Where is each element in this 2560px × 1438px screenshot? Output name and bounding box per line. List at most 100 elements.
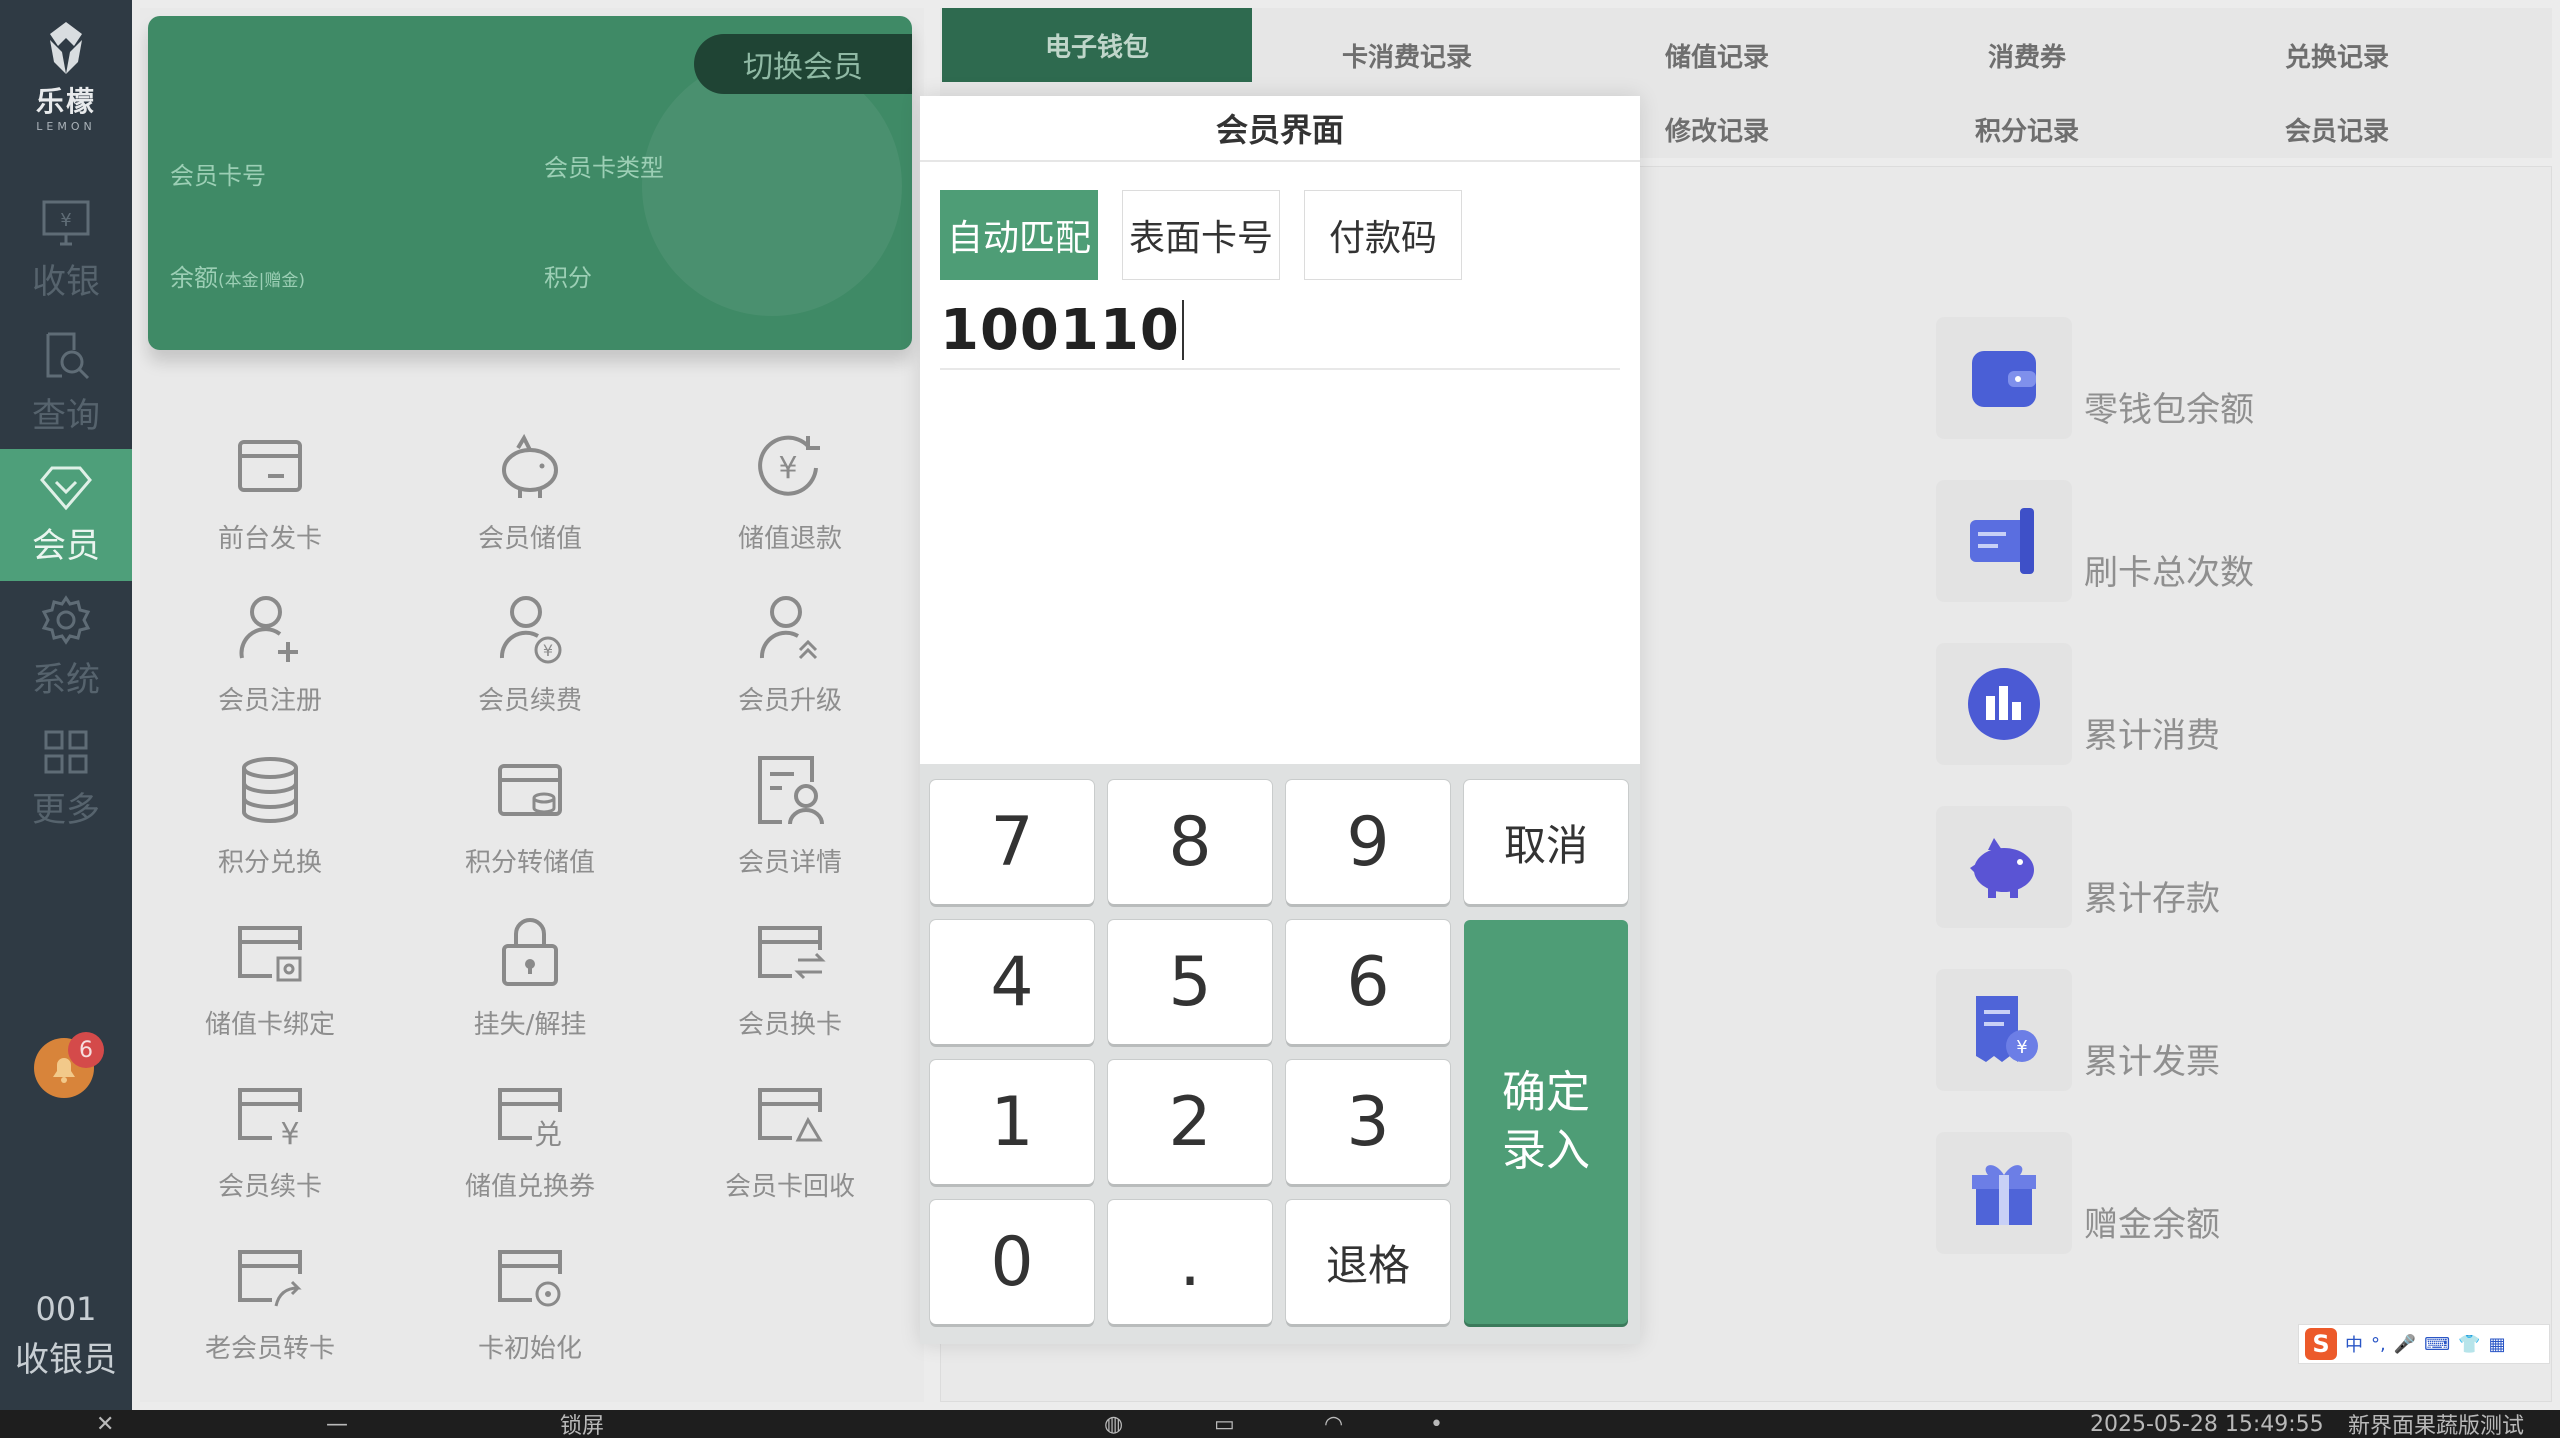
- tab-points-records[interactable]: 积分记录: [1872, 92, 2182, 166]
- func-member-renew[interactable]: ¥ 会员续费: [400, 590, 660, 722]
- func-label: 会员续费: [477, 686, 582, 716]
- func-deposit-voucher[interactable]: 兑 储值兑换券: [400, 1076, 660, 1208]
- stat-label: 刷卡总次数: [2084, 553, 2254, 593]
- key-1[interactable]: 1: [930, 1060, 1094, 1184]
- key-0[interactable]: 0: [930, 1200, 1094, 1324]
- svg-text:¥: ¥: [778, 451, 797, 486]
- key-9[interactable]: 9: [1286, 780, 1450, 904]
- switch-member-button[interactable]: 切换会员: [694, 34, 912, 94]
- func-old-member-transfer[interactable]: 老会员转卡: [140, 1238, 400, 1370]
- toolbox-icon[interactable]: ▦: [2489, 1334, 2506, 1355]
- microphone-icon[interactable]: 🎤: [2394, 1334, 2416, 1355]
- user-yen-icon: ¥: [499, 596, 562, 664]
- key-7[interactable]: 7: [930, 780, 1094, 904]
- member-card: 切换会员 会员卡号 会员卡类型 余额(本金|赠金) 积分: [148, 16, 912, 350]
- cashier-info: 001 收银员: [0, 1290, 132, 1381]
- func-member-upgrade[interactable]: 会员升级: [660, 590, 920, 722]
- key-5[interactable]: 5: [1108, 920, 1272, 1044]
- nav-item-member[interactable]: 会员: [0, 449, 132, 581]
- nav-item-cashier[interactable]: ¥ 收银: [0, 185, 132, 317]
- func-label: 会员详情: [737, 848, 842, 878]
- card-yen-icon: ¥: [238, 1088, 302, 1152]
- cancel-button[interactable]: 取消: [1464, 780, 1628, 904]
- user-upgrade-icon: [759, 596, 818, 660]
- func-member-deposit[interactable]: 会员储值: [400, 428, 660, 560]
- skin-icon[interactable]: 👕: [2458, 1334, 2480, 1355]
- close-icon[interactable]: ✕: [96, 1410, 114, 1438]
- func-label: 老会员转卡: [204, 1334, 335, 1364]
- ime-toolbar[interactable]: S 中 °, 🎤 ⌨ 👕 ▦: [2298, 1324, 2550, 1364]
- func-points-exchange[interactable]: 积分兑换: [140, 752, 400, 884]
- func-card-recycle[interactable]: 会员卡回收: [660, 1076, 920, 1208]
- func-member-detail[interactable]: 会员详情: [660, 752, 920, 884]
- confirm-entry-button[interactable]: 确定 录入: [1464, 920, 1628, 1324]
- nav-item-query[interactable]: 查询: [0, 317, 132, 449]
- func-member-register[interactable]: 会员注册: [140, 590, 400, 722]
- taskbar-app-name: 新界面果蔬版测试: [2348, 1414, 2525, 1438]
- func-card-renew[interactable]: ¥ 会员续卡: [140, 1076, 400, 1208]
- minimize-icon[interactable]: —: [326, 1410, 348, 1438]
- func-label: 储值兑换券: [464, 1172, 595, 1202]
- func-label: 积分兑换: [217, 848, 322, 878]
- gear-icon: [41, 594, 91, 645]
- tab-member-records[interactable]: 会员记录: [2182, 92, 2492, 166]
- tab-vouchers[interactable]: 消费券: [1872, 18, 2182, 92]
- monitor-icon[interactable]: ▭: [1214, 1410, 1235, 1438]
- mode-auto-match-button[interactable]: 自动匹配: [940, 190, 1098, 280]
- card-stack-icon: [498, 764, 562, 816]
- key-dot[interactable]: .: [1108, 1200, 1272, 1324]
- func-lost-report[interactable]: 挂失/解挂: [400, 914, 660, 1046]
- side-nav: 乐檬 LEMON ¥ 收银 查询 会员 系统 更多 6 001 收银员: [0, 0, 132, 1410]
- key-6[interactable]: 6: [1286, 920, 1450, 1044]
- notification-button[interactable]: 6: [34, 1032, 104, 1098]
- nav-item-more[interactable]: 更多: [0, 713, 132, 845]
- func-label: 会员换卡: [737, 1010, 842, 1040]
- key-2[interactable]: 2: [1108, 1060, 1272, 1184]
- lock-screen-button[interactable]: 锁屏: [560, 1410, 604, 1438]
- func-label: 储值退款: [737, 524, 842, 554]
- func-issue-card[interactable]: 前台发卡: [140, 428, 400, 560]
- member-input-field[interactable]: 100110: [940, 292, 1620, 370]
- card-watermark: [642, 56, 902, 316]
- func-label: 积分转储值: [464, 848, 595, 878]
- card-icon: [238, 440, 302, 492]
- key-4[interactable]: 4: [930, 920, 1094, 1044]
- func-label: 会员储值: [477, 524, 582, 554]
- network-icon[interactable]: ◍: [1104, 1410, 1123, 1438]
- tab-deposit-records[interactable]: 储值记录: [1562, 18, 1872, 92]
- func-card-init[interactable]: 卡初始化: [400, 1238, 660, 1370]
- nav-item-system[interactable]: 系统: [0, 581, 132, 713]
- wifi-icon[interactable]: ◠: [1324, 1410, 1343, 1438]
- mode-card-number-button[interactable]: 表面卡号: [1122, 190, 1280, 280]
- func-deposit-refund[interactable]: ¥ 储值退款: [660, 428, 920, 560]
- tab-card-consume[interactable]: 卡消费记录: [1252, 18, 1562, 92]
- func-card-bind[interactable]: 储值卡绑定: [140, 914, 400, 1046]
- func-label: 会员卡回收: [724, 1172, 855, 1202]
- stat-total-invoice: ¥ 累计发票: [1936, 969, 2220, 1091]
- ime-lang-toggle[interactable]: 中: [2345, 1331, 2363, 1357]
- key-3[interactable]: 3: [1286, 1060, 1450, 1184]
- func-label: 会员升级: [737, 686, 842, 716]
- nav-label: 系统: [32, 659, 100, 700]
- func-card-swap[interactable]: 会员换卡: [660, 914, 920, 1046]
- card-swap-icon: [758, 926, 826, 980]
- balance-label: 余额(本金|赠金): [170, 258, 305, 293]
- app-logo: 乐檬 LEMON: [36, 18, 96, 133]
- key-8[interactable]: 8: [1108, 780, 1272, 904]
- tab-exchange-records[interactable]: 兑换记录: [2182, 18, 2492, 92]
- cashier-id: 001: [35, 1290, 97, 1328]
- stat-total-deposit: 累计存款: [1936, 806, 2220, 928]
- mode-payment-code-button[interactable]: 付款码: [1304, 190, 1462, 280]
- ime-punct-toggle[interactable]: °,: [2371, 1334, 2386, 1355]
- card-recycle-icon: [758, 1088, 823, 1142]
- func-points-to-deposit[interactable]: 积分转储值: [400, 752, 660, 884]
- stat-label: 累计发票: [2084, 1042, 2220, 1082]
- member-input-value: 100110: [940, 297, 1180, 363]
- piggy-bank-icon: [502, 433, 558, 498]
- nav-label: 更多: [32, 789, 100, 830]
- stat-wallet-balance: 零钱包余额: [1936, 317, 2254, 439]
- tab-e-wallet[interactable]: 电子钱包: [942, 8, 1252, 82]
- func-label: 储值卡绑定: [204, 1010, 335, 1040]
- keyboard-icon[interactable]: ⌨: [2424, 1334, 2450, 1355]
- backspace-button[interactable]: 退格: [1286, 1200, 1450, 1324]
